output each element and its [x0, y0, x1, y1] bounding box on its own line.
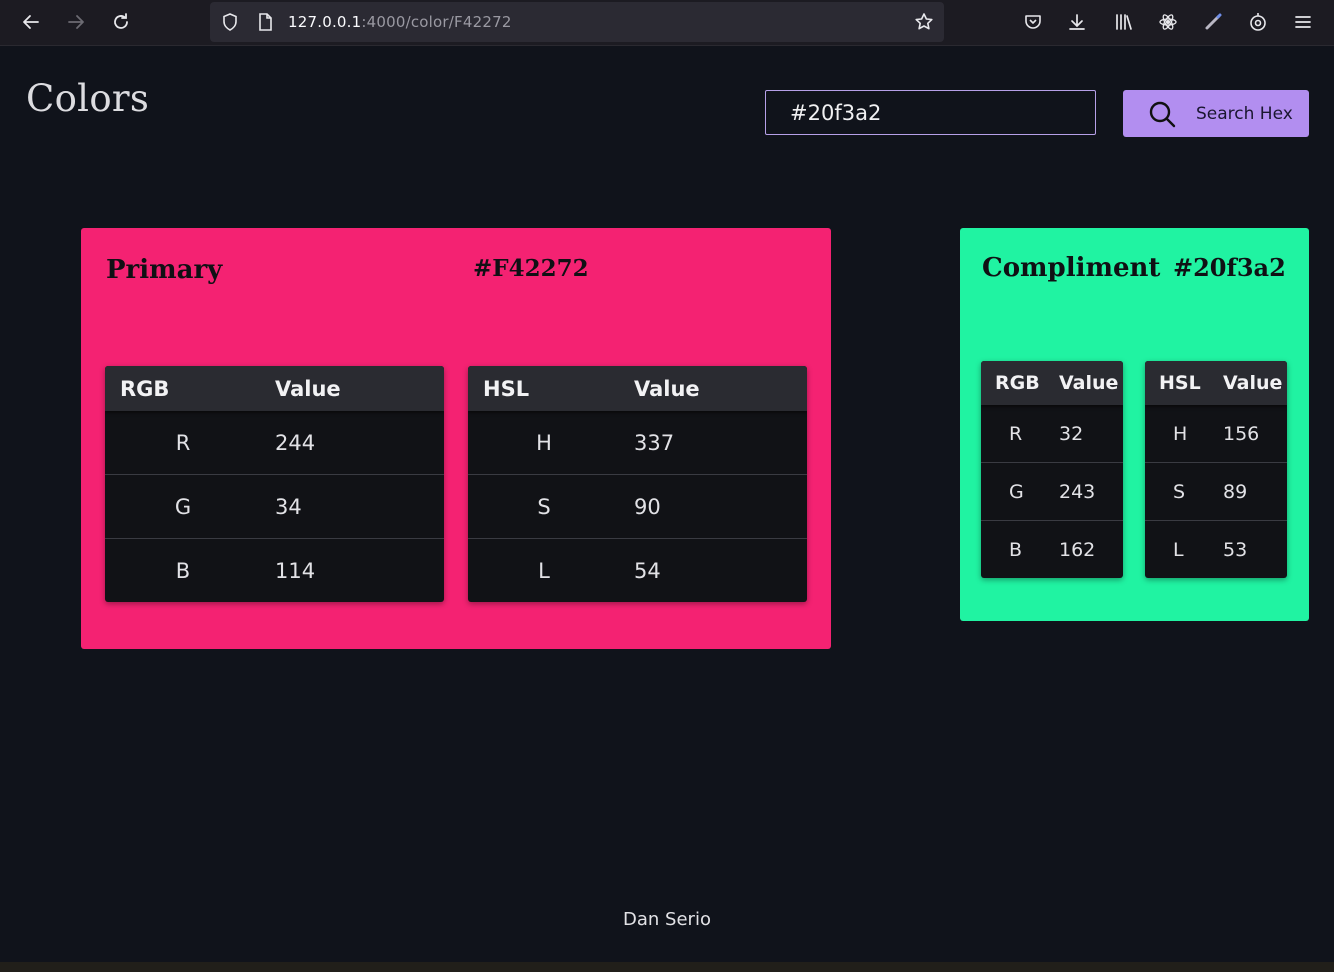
- search-hex-label: Search Hex: [1196, 103, 1293, 124]
- column-header: RGB: [120, 376, 170, 401]
- url-text[interactable]: 127.0.0.1:4000/color/F42272: [288, 13, 512, 31]
- primary-rgb-table: RGB Value R 244 G 34 B 114: [105, 366, 444, 602]
- value-cell: 114: [275, 558, 316, 583]
- compliment-rgb-table: RGB Value R 32 G 243 B 162: [981, 361, 1123, 578]
- table-row: R 244: [105, 411, 444, 474]
- value-cell: 32: [1059, 422, 1084, 445]
- channel-cell: L: [1173, 538, 1184, 561]
- channel-cell: B: [175, 558, 191, 583]
- value-cell: 90: [634, 494, 661, 519]
- primary-color-card: Primary #F42272 RGB Value R 244 G 34 B 1…: [81, 228, 831, 649]
- value-cell: 337: [634, 430, 675, 455]
- compliment-label: Compliment: [982, 253, 1161, 283]
- column-header: Value: [1223, 372, 1283, 394]
- value-cell: 243: [1059, 480, 1096, 503]
- back-icon[interactable]: [17, 8, 45, 36]
- column-header: HSL: [1159, 372, 1201, 394]
- compliment-hex: #20f3a2: [1173, 253, 1286, 282]
- table-header: HSL Value: [468, 366, 807, 411]
- table-row: R 32: [981, 405, 1123, 462]
- search-hex-button[interactable]: Search Hex: [1123, 90, 1309, 137]
- channel-cell: H: [536, 430, 552, 455]
- column-header: HSL: [483, 376, 530, 401]
- value-cell: 53: [1223, 538, 1248, 561]
- table-row: L 53: [1145, 520, 1287, 578]
- menu-icon[interactable]: [1289, 8, 1317, 36]
- value-cell: 156: [1223, 422, 1260, 445]
- channel-cell: R: [175, 430, 191, 455]
- value-cell: 89: [1223, 480, 1248, 503]
- browser-toolbar: 127.0.0.1:4000/color/F42272: [0, 0, 1334, 46]
- value-cell: 244: [275, 430, 316, 455]
- column-header: Value: [634, 376, 700, 401]
- table-row: L 54: [468, 538, 807, 602]
- url-path: :4000/color/F42272: [361, 13, 512, 31]
- library-icon[interactable]: [1109, 8, 1137, 36]
- compliment-hsl-table: HSL Value H 156 S 89 L 53: [1145, 361, 1287, 578]
- table-row: G 34: [105, 474, 444, 538]
- channel-cell: H: [1173, 422, 1188, 445]
- column-header: Value: [275, 376, 341, 401]
- reload-icon[interactable]: [107, 8, 135, 36]
- url-host: 127.0.0.1: [288, 13, 362, 31]
- url-bar[interactable]: 127.0.0.1:4000/color/F42272: [210, 2, 944, 42]
- value-cell: 162: [1059, 538, 1096, 561]
- column-header: Value: [1059, 372, 1119, 394]
- channel-cell: S: [537, 494, 551, 519]
- table-header: RGB Value: [105, 366, 444, 411]
- shield-icon[interactable]: [216, 8, 244, 36]
- column-header: RGB: [995, 372, 1040, 394]
- search-icon: [1148, 100, 1176, 128]
- forward-icon[interactable]: [62, 8, 90, 36]
- compliment-color-card: Compliment #20f3a2 RGB Value R 32 G 243 …: [960, 228, 1309, 621]
- hex-search-input[interactable]: [765, 90, 1096, 135]
- window-bottom-edge: [0, 962, 1334, 972]
- channel-cell: B: [1009, 538, 1023, 561]
- table-header: RGB Value: [981, 361, 1123, 405]
- pocket-icon[interactable]: [1019, 8, 1047, 36]
- download-icon[interactable]: [1063, 8, 1091, 36]
- channel-cell: G: [1009, 480, 1024, 503]
- table-row: B 162: [981, 520, 1123, 578]
- channel-cell: G: [174, 494, 192, 519]
- table-row: B 114: [105, 538, 444, 602]
- table-row: H 156: [1145, 405, 1287, 462]
- table-header: HSL Value: [1145, 361, 1287, 405]
- react-devtools-icon[interactable]: [1154, 8, 1182, 36]
- table-row: G 243: [981, 462, 1123, 520]
- channel-cell: S: [1173, 480, 1186, 503]
- table-row: H 337: [468, 411, 807, 474]
- table-row: S 90: [468, 474, 807, 538]
- page-title: Colors: [26, 77, 150, 120]
- brush-icon[interactable]: [1199, 8, 1227, 36]
- primary-label: Primary: [106, 255, 223, 285]
- star-icon[interactable]: [910, 8, 938, 36]
- channel-cell: L: [538, 558, 550, 583]
- page-icon[interactable]: [251, 8, 279, 36]
- primary-hsl-table: HSL Value H 337 S 90 L 54: [468, 366, 807, 602]
- value-cell: 54: [634, 558, 661, 583]
- channel-cell: R: [1009, 422, 1023, 445]
- extension-icon[interactable]: [1244, 8, 1272, 36]
- table-row: S 89: [1145, 462, 1287, 520]
- value-cell: 34: [275, 494, 302, 519]
- primary-hex: #F42272: [473, 255, 589, 282]
- footer-author: Dan Serio: [623, 909, 711, 930]
